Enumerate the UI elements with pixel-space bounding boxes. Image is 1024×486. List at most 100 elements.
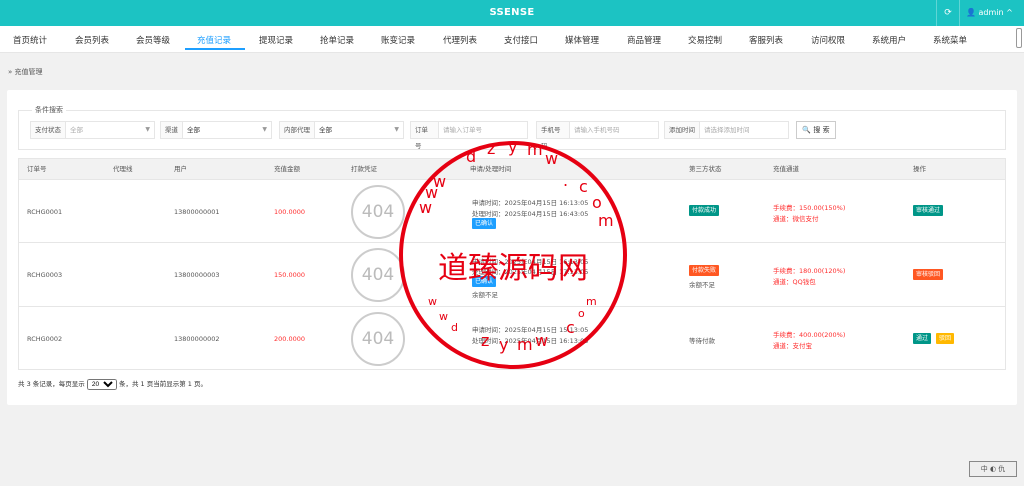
user-icon: 👤 — [966, 8, 976, 17]
user-phone: 13800000003 — [174, 271, 220, 279]
apply-time: 申请时间：2025年04月15日 15:13:05 — [472, 326, 589, 334]
tab-payment-api[interactable]: 支付接口 — [504, 34, 538, 46]
refresh-icon[interactable]: ⟳ — [936, 0, 960, 26]
tab-withdraw-records[interactable]: 提现记录 — [259, 34, 293, 46]
page-size-select[interactable]: 20 — [86, 379, 117, 390]
chevron-down-icon: ▼ — [262, 126, 267, 133]
order-input[interactable]: 请输入订单号 — [438, 121, 528, 139]
apply-time: 申请时间：2025年04月15日 16:13:05 — [472, 258, 589, 266]
approve-button[interactable]: 通过 — [913, 333, 932, 344]
nav-scroll-handle[interactable] — [1016, 28, 1022, 48]
tab-trade-control[interactable]: 交易控制 — [688, 34, 722, 46]
col-order: 订单号 — [27, 165, 47, 173]
channel-select[interactable]: 全部 ▼ — [182, 121, 272, 139]
fee: 手续费：150.00(150%) — [773, 204, 846, 212]
tab-system-menu[interactable]: 系统菜单 — [933, 34, 967, 46]
order-id: RCHG0002 — [27, 335, 63, 343]
tab-account-change[interactable]: 账变记录 — [381, 34, 415, 46]
tab-recharge-records[interactable]: 充值记录 — [197, 34, 231, 46]
col-actions: 操作 — [913, 165, 926, 173]
apply-time: 申请时间：2025年04月15日 16:13:05 — [472, 199, 589, 207]
footer-suffix: 条，共 1 页当前显示第 1 页。 — [118, 380, 207, 388]
active-tab-indicator — [185, 48, 245, 50]
channel: 通道：微信支付 — [773, 215, 819, 223]
chevron-down-icon: ▼ — [394, 126, 399, 133]
col-third-status: 第三方状态 — [689, 165, 722, 173]
tab-grab-records[interactable]: 抢单记录 — [320, 34, 354, 46]
tab-member-level[interactable]: 会员等级 — [136, 34, 170, 46]
proof-image[interactable]: 404 — [351, 248, 405, 302]
col-time: 申请/处理时间 — [470, 165, 512, 173]
pay-status-value: 全部 — [70, 126, 83, 134]
reject-button[interactable]: 驳回 — [936, 333, 955, 344]
user-name: admin — [978, 8, 1004, 17]
tab-service-list[interactable]: 客服列表 — [749, 34, 783, 46]
process-time: 处理时间：2025年04月15日 16:43:05 — [472, 210, 589, 218]
order-label: 订单号 — [410, 121, 438, 150]
col-channel: 充值通道 — [773, 165, 799, 173]
pagination-footer: 共 3 条记录，每页显示 20 条，共 1 页当前显示第 1 页。 — [18, 378, 207, 390]
agent-value: 全部 — [319, 126, 332, 134]
third-status-badge: 付款成功 — [689, 205, 720, 216]
nav-tabs: 首页统计 会员列表 会员等级 充值记录 提现记录 抢单记录 账变记录 代理列表 … — [0, 26, 1024, 53]
channel: 通道：QQ钱包 — [773, 278, 816, 286]
amount: 150.0000 — [274, 271, 306, 279]
tab-home-stats[interactable]: 首页统计 — [13, 34, 47, 46]
order-id: RCHG0003 — [27, 271, 63, 279]
breadcrumb: » 充值管理 — [8, 67, 43, 77]
footer-prefix: 共 3 条记录，每页显示 — [18, 380, 85, 388]
status-note: 余额不足 — [472, 291, 498, 299]
tab-goods[interactable]: 商品管理 — [627, 34, 661, 46]
app-title: SSENSE — [489, 7, 535, 18]
agent-select[interactable]: 全部 ▼ — [314, 121, 404, 139]
chevron-down-icon: ▼ — [145, 126, 150, 133]
proof-image[interactable]: 404 — [351, 185, 405, 239]
user-menu[interactable]: 👤 admin ^ — [966, 0, 1013, 26]
col-user: 用户 — [174, 165, 187, 173]
approve-button[interactable]: 审核通过 — [913, 205, 944, 216]
third-status-badge: 付款失败 — [689, 265, 720, 276]
amount: 100.0000 — [274, 208, 306, 216]
chevron-up-icon: ^ — [1006, 8, 1013, 17]
order-id: RCHG0001 — [27, 208, 63, 216]
fee: 手续费：400.00(200%) — [773, 331, 846, 339]
pay-status-label: 支付状态 — [30, 121, 65, 139]
search-button-label: 搜 索 — [813, 126, 830, 134]
phone-input[interactable]: 请输入手机号码 — [569, 121, 659, 139]
time-label: 添加时间 — [664, 121, 699, 139]
phone-label: 手机号码 — [536, 121, 569, 150]
agent-label: 内部代理 — [279, 121, 314, 139]
proof-image[interactable]: 404 — [351, 312, 405, 366]
tab-media[interactable]: 媒体管理 — [565, 34, 599, 46]
table-header — [18, 158, 1006, 180]
search-icon: 🔍 — [802, 126, 812, 134]
channel: 通道：支付宝 — [773, 342, 812, 350]
tab-system-users[interactable]: 系统用户 — [872, 34, 906, 46]
pay-status-select[interactable]: 全部 ▼ — [65, 121, 155, 139]
search-button[interactable]: 🔍 搜 索 — [796, 121, 836, 139]
channel-value: 全部 — [187, 126, 200, 134]
breadcrumb-label: 充值管理 — [14, 68, 43, 76]
third-status-note: 余额不足 — [689, 281, 715, 289]
tab-access[interactable]: 访问权限 — [811, 34, 845, 46]
top-bar: SSENSE ⟳ 👤 admin ^ — [0, 0, 1024, 26]
corner-widget[interactable]: 中 ◐ 仇 — [969, 461, 1017, 477]
process-time: 处理时间：2025年04月15日 17:13:05 — [472, 268, 589, 276]
channel-label: 渠道 — [160, 121, 182, 139]
reject-button[interactable]: 审核驳回 — [913, 269, 944, 280]
user-phone: 13800000002 — [174, 335, 220, 343]
col-proof: 打款凭证 — [351, 165, 377, 173]
fee: 手续费：180.00(120%) — [773, 267, 846, 275]
double-chevron-icon: » — [8, 68, 13, 76]
third-status-text: 等待付款 — [689, 337, 715, 345]
tab-agent-list[interactable]: 代理列表 — [443, 34, 477, 46]
process-time: 处理时间：2025年04月15日 16:13:05 — [472, 337, 589, 345]
search-legend: 条件搜索 — [32, 105, 66, 115]
time-input[interactable]: 请选择添加时间 — [699, 121, 789, 139]
user-phone: 13800000001 — [174, 208, 220, 216]
status-badge: 已确认 — [472, 218, 497, 229]
col-agent: 代理线 — [113, 165, 133, 173]
tab-member-list[interactable]: 会员列表 — [75, 34, 109, 46]
status-badge: 已确认 — [472, 276, 497, 287]
col-amount: 充值金额 — [274, 165, 300, 173]
